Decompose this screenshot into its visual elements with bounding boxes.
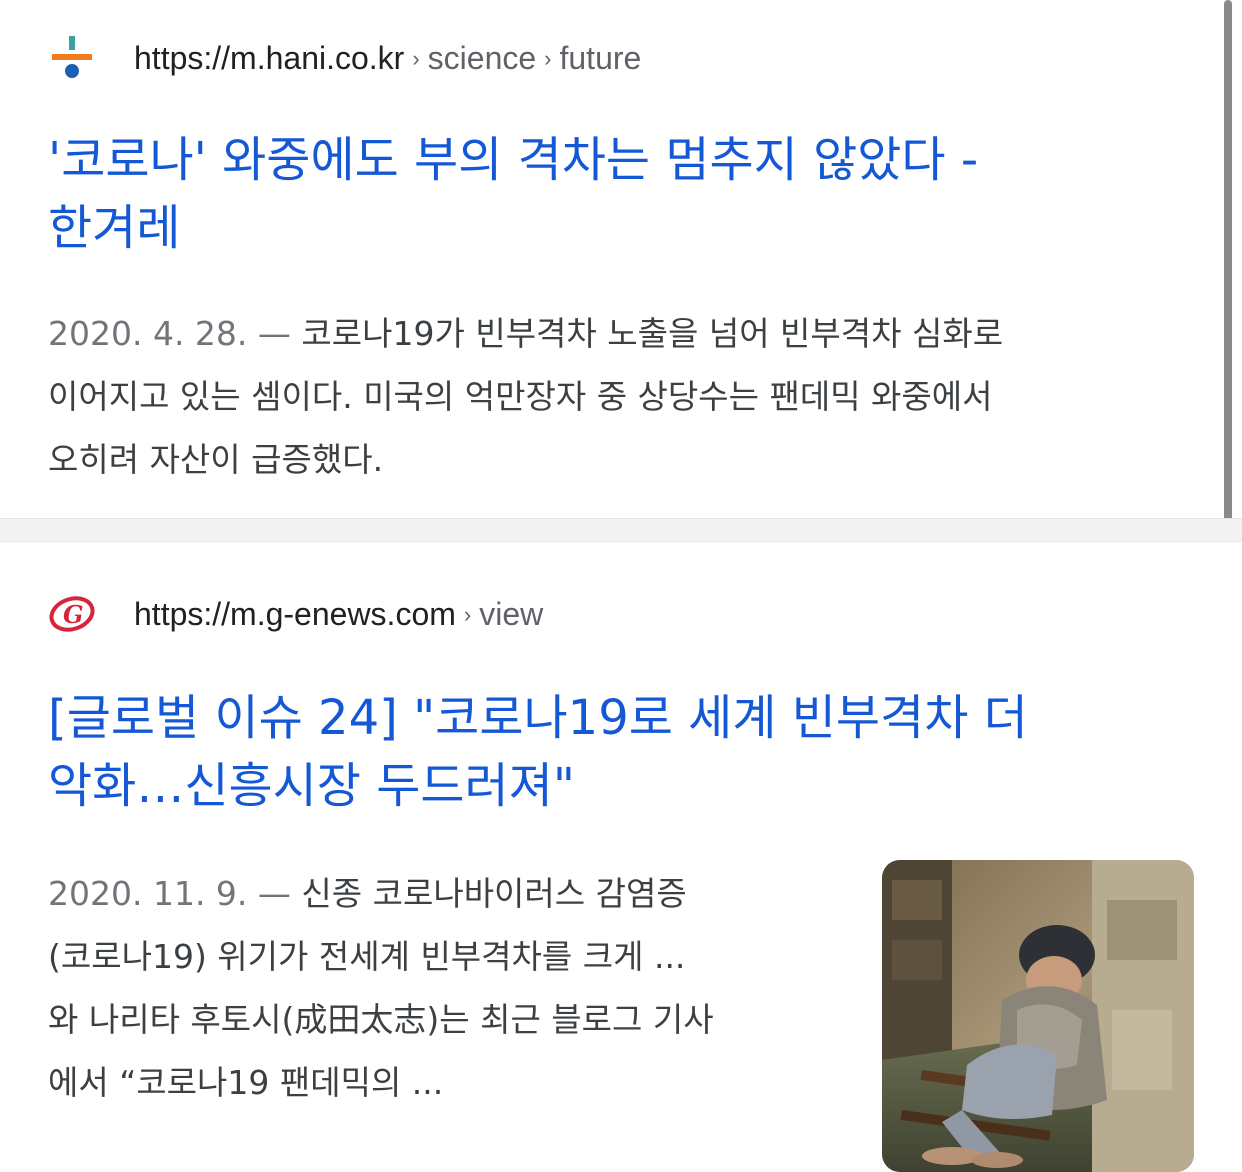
- result-date: 2020. 11. 9. —: [48, 874, 291, 913]
- result-url: https://m.hani.co.kr › science › future: [134, 40, 641, 77]
- result-date: 2020. 4. 28. —: [48, 314, 291, 353]
- url-path-segment: view: [479, 595, 544, 632]
- snippet-text: 이어지고 있는 셈이다. 미국의 억만장자 중 상당수는 팬데믹 와중에서: [48, 377, 993, 416]
- scrollbar[interactable]: [1224, 0, 1232, 524]
- url-domain: https://m.g-enews.com: [134, 595, 456, 632]
- breadcrumb-separator: ›: [412, 45, 420, 71]
- result-title-link[interactable]: [글로벌 이슈 24] "코로나19로 세계 빈부격차 더 악화…신흥시장 두드…: [48, 684, 1028, 820]
- homeless-man-photo: [882, 860, 1194, 1172]
- result-thumbnail[interactable]: [882, 860, 1194, 1172]
- url-path-segment: science: [427, 39, 537, 76]
- breadcrumb-separator: ›: [544, 45, 552, 71]
- result-title-line: '코로나' 와중에도 부의 격차는 멈추지 않았다 -: [48, 132, 979, 188]
- snippet-text: 신종 코로나바이러스 감염증: [290, 874, 687, 913]
- result-divider: [0, 518, 1242, 542]
- g-enews-logo-icon: G: [48, 590, 96, 638]
- url-domain: https://m.hani.co.kr: [134, 39, 405, 76]
- result-title-line: [글로벌 이슈 24] "코로나19로 세계 빈부격차 더: [48, 690, 1028, 746]
- result-title-line: 한겨레: [48, 200, 181, 256]
- snippet-text: 와 나리타 후토시(成田太志)는 최근 블로그 기사: [48, 1000, 714, 1039]
- snippet-text: 오히려 자산이 급증했다.: [48, 440, 384, 479]
- search-results-page: https://m.hani.co.kr › science › future '코로나…: [0, 0, 1242, 1172]
- result-source[interactable]: https://m.hani.co.kr › science › future: [48, 28, 641, 88]
- breadcrumb-separator: ›: [463, 601, 472, 627]
- url-path-segment: future: [559, 39, 642, 76]
- result-snippet: 2020. 11. 9. — 신종 코로나바이러스 감염증 (코로나19) 위기…: [48, 862, 714, 1114]
- snippet-text: 코로나19가 빈부격차 노출을 넘어 빈부격차 심화로: [290, 314, 1004, 353]
- snippet-text: 에서 “코로나19 팬데믹의 ...: [48, 1063, 444, 1102]
- snippet-text: (코로나19) 위기가 전세계 빈부격차를 크게 ...: [48, 937, 686, 976]
- result-source[interactable]: G https://m.g-enews.com › view: [48, 584, 543, 644]
- result-title-line: 악화…신흥시장 두드러져": [48, 758, 575, 814]
- result-snippet: 2020. 4. 28. — 코로나19가 빈부격차 노출을 넘어 빈부격차 심…: [48, 302, 1003, 491]
- svg-text:G: G: [63, 600, 84, 629]
- result-title-link[interactable]: '코로나' 와중에도 부의 격차는 멈추지 않았다 - 한겨레: [48, 126, 978, 262]
- result-url: https://m.g-enews.com › view: [134, 596, 543, 633]
- hani-logo-icon: [48, 34, 96, 82]
